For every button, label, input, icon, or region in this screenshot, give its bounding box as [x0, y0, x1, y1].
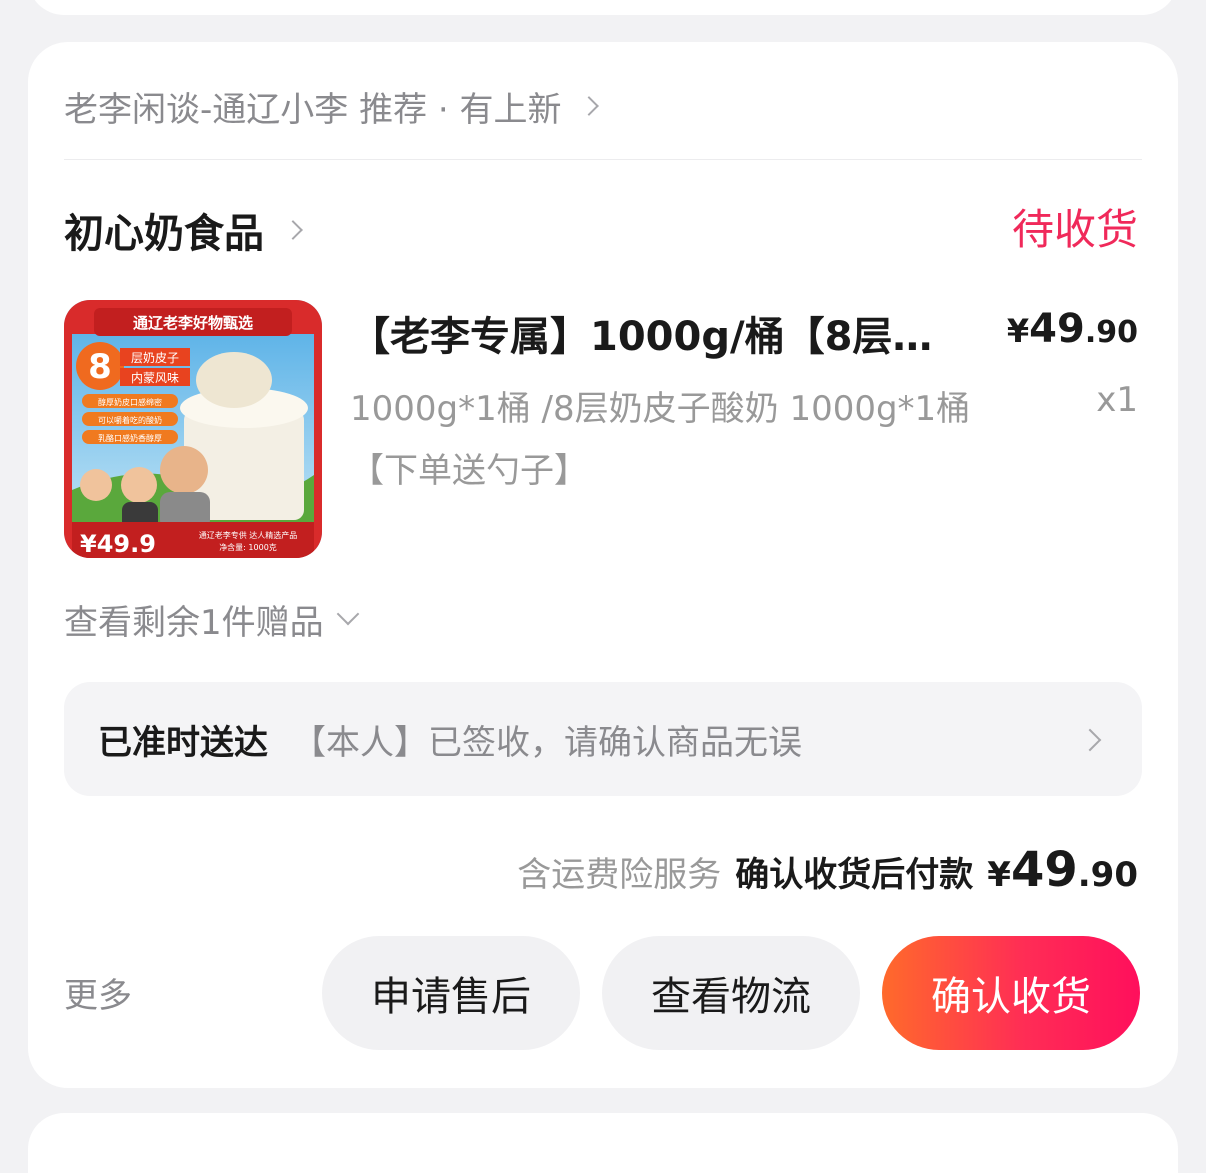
- order-card: 老李闲谈-通辽小李 推荐 · 有上新 初心奶食品 待收货 通辽老李好物甄选 8 …: [28, 42, 1178, 1088]
- next-card: [28, 1113, 1178, 1173]
- price-currency: ¥: [1006, 312, 1030, 350]
- shop-link[interactable]: 初心奶食品: [64, 202, 303, 258]
- delivery-note: 【本人】已签收，请确认商品无误: [292, 722, 802, 763]
- image-badge-line2: 内蒙风味: [131, 371, 179, 385]
- image-feature-1: 醇厚奶皮口感绵密: [98, 397, 162, 407]
- delivery-status: 已准时送达: [98, 722, 268, 763]
- shipping-insurance-label: 含运费险服务: [517, 855, 722, 895]
- price-decimal: .90: [1084, 315, 1138, 350]
- chevron-right-icon: [578, 96, 599, 116]
- total-amount: ¥49.90: [987, 842, 1138, 898]
- image-badge-line1: 层奶皮子: [131, 351, 179, 365]
- image-banner-text: 通辽老李好物甄选: [133, 314, 253, 332]
- view-gifts-toggle[interactable]: 查看剩余1件赠品: [64, 594, 359, 644]
- shop-name: 初心奶食品: [64, 211, 264, 257]
- image-footer-line2: 净含量: 1000克: [219, 542, 277, 552]
- amount-integer: 49: [1010, 842, 1078, 898]
- confirm-receipt-button[interactable]: 确认收货: [882, 936, 1140, 1050]
- amount-currency: ¥: [987, 855, 1011, 895]
- product-title[interactable]: 【老李专属】1000g/桶【8层奶皮子酸奶】: [350, 304, 960, 364]
- product-quantity: x1: [1096, 380, 1138, 420]
- chevron-right-icon: [1078, 728, 1102, 752]
- image-feature-2: 可以嚼着吃的酸奶: [98, 415, 162, 425]
- price-integer: 49: [1029, 306, 1085, 352]
- chevron-right-icon: [283, 220, 303, 240]
- product-price: ¥49.90: [1007, 306, 1138, 352]
- product-spec: 1000g*1桶 /8层奶皮子酸奶 1000g*1桶【下单送勺子】: [350, 389, 971, 491]
- order-summary: 含运费险服务 确认收货后付款 ¥49.90: [517, 842, 1138, 902]
- delivery-status-banner[interactable]: 已准时送达 【本人】已签收，请确认商品无误: [64, 682, 1142, 796]
- recommendation-source[interactable]: 老李闲谈-通辽小李 推荐 · 有上新: [64, 78, 599, 134]
- divider: [64, 159, 1142, 160]
- previous-card: [28, 0, 1178, 15]
- after-sales-button[interactable]: 申请售后: [322, 936, 580, 1050]
- chevron-down-icon: [336, 602, 359, 626]
- image-price-tag: ¥49.9: [80, 530, 156, 558]
- order-status: 待收货: [1011, 205, 1138, 254]
- track-logistics-button[interactable]: 查看物流: [602, 936, 860, 1050]
- image-footer-line1: 通辽老李专供 达人精选产品: [199, 530, 298, 540]
- view-gifts-label: 查看剩余1件赠品: [64, 602, 324, 643]
- recommendation-source-label: 老李闲谈-通辽小李 推荐 · 有上新: [64, 89, 562, 130]
- amount-decimal: .90: [1077, 855, 1138, 895]
- product-image-art: 通辽老李好物甄选 8 层奶皮子 内蒙风味 醇厚奶皮口感绵密 可以嚼着吃的酸奶 乳…: [64, 300, 322, 558]
- image-feature-3: 乳酪口感奶香醇厚: [98, 433, 162, 443]
- image-badge-number: 8: [88, 347, 112, 387]
- payment-label: 确认收货后付款: [735, 855, 974, 895]
- more-button[interactable]: 更多: [64, 968, 132, 1017]
- product-image[interactable]: 通辽老李好物甄选 8 层奶皮子 内蒙风味 醇厚奶皮口感绵密 可以嚼着吃的酸奶 乳…: [64, 300, 322, 558]
